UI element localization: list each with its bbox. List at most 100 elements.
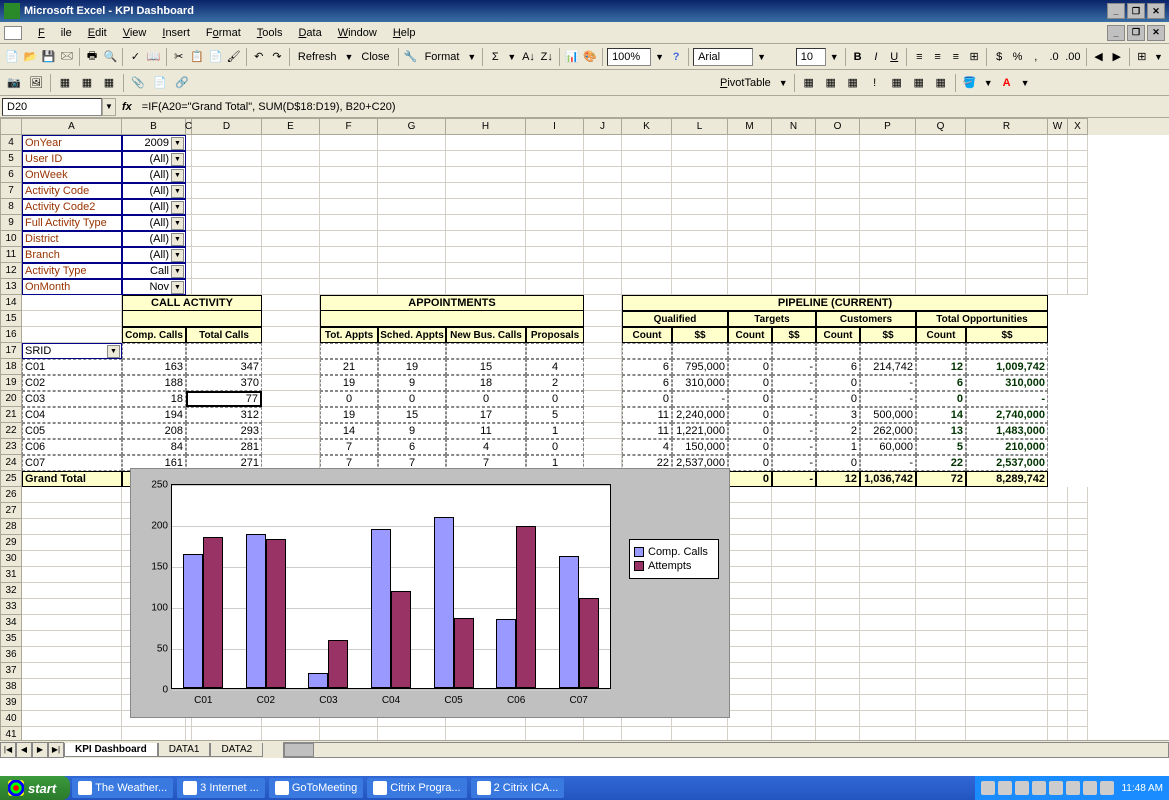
srid-cell[interactable]: C07 [22, 455, 122, 471]
cell[interactable] [860, 183, 916, 199]
cell[interactable]: Activity Type [22, 263, 122, 279]
tb2-icon5[interactable]: ▦ [99, 73, 119, 93]
cell[interactable] [262, 167, 320, 183]
cell[interactable] [446, 215, 526, 231]
cell[interactable] [772, 279, 816, 295]
cell[interactable] [584, 263, 622, 279]
tb2-icon7[interactable]: 📄 [150, 73, 170, 93]
cell[interactable]: (All)▼ [122, 167, 186, 183]
cell[interactable] [728, 135, 772, 151]
close-button[interactable]: ✕ [1147, 3, 1165, 19]
dec-indent-icon[interactable]: ◀ [1090, 47, 1106, 67]
row-header[interactable]: 5 [0, 151, 22, 167]
cell[interactable] [622, 151, 672, 167]
cell[interactable] [584, 231, 622, 247]
tray-icon[interactable] [998, 781, 1012, 795]
cell[interactable] [816, 167, 860, 183]
cell[interactable] [772, 199, 816, 215]
cell[interactable]: (All)▼ [122, 151, 186, 167]
cell[interactable] [526, 263, 584, 279]
cell[interactable]: User ID [22, 151, 122, 167]
cell[interactable] [622, 167, 672, 183]
pivottable-button[interactable]: PivotTable [716, 77, 775, 89]
bold-icon[interactable]: B [850, 47, 866, 67]
cell[interactable] [320, 263, 378, 279]
cell[interactable] [584, 279, 622, 295]
menu-window[interactable]: Window [330, 25, 385, 41]
cell[interactable] [916, 279, 966, 295]
cell[interactable] [622, 183, 672, 199]
cell[interactable] [378, 231, 446, 247]
srid-cell[interactable]: C03 [22, 391, 122, 407]
cell[interactable] [192, 151, 262, 167]
name-box[interactable]: D20 [2, 98, 102, 116]
tb2-icon2[interactable]: 🖼 [26, 73, 46, 93]
cell[interactable] [672, 199, 728, 215]
cell[interactable] [816, 215, 860, 231]
save-icon[interactable]: 💾 [41, 47, 57, 67]
cell[interactable] [816, 151, 860, 167]
cell[interactable] [1048, 279, 1068, 295]
cell[interactable] [446, 167, 526, 183]
row-header[interactable]: 7 [0, 183, 22, 199]
total-calls-cell[interactable]: 281 [186, 439, 262, 455]
cell[interactable]: (All)▼ [122, 199, 186, 215]
cell[interactable] [772, 215, 816, 231]
cell[interactable] [262, 215, 320, 231]
srid-cell[interactable]: C04 [22, 407, 122, 423]
cell[interactable] [526, 231, 584, 247]
col-header-J[interactable]: J [584, 118, 622, 135]
cell[interactable] [378, 183, 446, 199]
cell[interactable] [1048, 151, 1068, 167]
cell[interactable] [966, 231, 1048, 247]
formula-input[interactable]: =IF(A20="Grand Total", SUM(D$18:D19), B2… [138, 101, 1169, 113]
cell[interactable] [378, 167, 446, 183]
cell[interactable] [966, 199, 1048, 215]
tb2-icon6[interactable]: 📎 [128, 73, 148, 93]
format-button[interactable]: Format [421, 51, 464, 63]
taskbar-item[interactable]: GoToMeeting [269, 778, 363, 798]
undo-icon[interactable]: ↶ [251, 47, 267, 67]
cell[interactable] [526, 135, 584, 151]
cell[interactable]: OnWeek [22, 167, 122, 183]
cell[interactable] [584, 151, 622, 167]
tb2-icon3[interactable]: ▦ [55, 73, 75, 93]
cell[interactable] [816, 199, 860, 215]
cell[interactable] [262, 183, 320, 199]
comma-icon[interactable]: , [1028, 47, 1044, 67]
cell[interactable] [772, 183, 816, 199]
redo-icon[interactable]: ↷ [269, 47, 285, 67]
cell[interactable] [1068, 279, 1088, 295]
autosum-icon[interactable]: Σ [487, 47, 503, 67]
pt-icon5[interactable]: ▦ [887, 73, 907, 93]
col-header-L[interactable]: L [672, 118, 728, 135]
cell[interactable] [192, 183, 262, 199]
srid-cell[interactable]: C02 [22, 375, 122, 391]
row-header[interactable]: 10 [0, 231, 22, 247]
cell[interactable] [966, 183, 1048, 199]
select-all-corner[interactable] [0, 118, 22, 135]
cell[interactable] [320, 199, 378, 215]
cell[interactable] [1048, 247, 1068, 263]
menu-tools[interactable]: Tools [249, 25, 291, 41]
cell[interactable] [772, 247, 816, 263]
research-icon[interactable]: 📖 [146, 47, 162, 67]
cell[interactable] [1068, 151, 1088, 167]
cell[interactable] [320, 183, 378, 199]
total-calls-cell[interactable]: 347 [186, 359, 262, 375]
start-button[interactable]: start [0, 776, 70, 800]
cell[interactable]: OnMonth [22, 279, 122, 295]
cell[interactable] [262, 263, 320, 279]
percent-icon[interactable]: % [1009, 47, 1025, 67]
cell[interactable]: Branch [22, 247, 122, 263]
tb2-icon8[interactable]: 🔗 [172, 73, 192, 93]
cell[interactable] [1048, 263, 1068, 279]
cell[interactable] [584, 167, 622, 183]
cell[interactable] [728, 183, 772, 199]
cell[interactable] [378, 199, 446, 215]
cell[interactable] [320, 231, 378, 247]
col-header-K[interactable]: K [622, 118, 672, 135]
comp-calls-cell[interactable]: 163 [122, 359, 186, 375]
cell[interactable] [672, 263, 728, 279]
open-icon[interactable]: 📂 [22, 47, 38, 67]
